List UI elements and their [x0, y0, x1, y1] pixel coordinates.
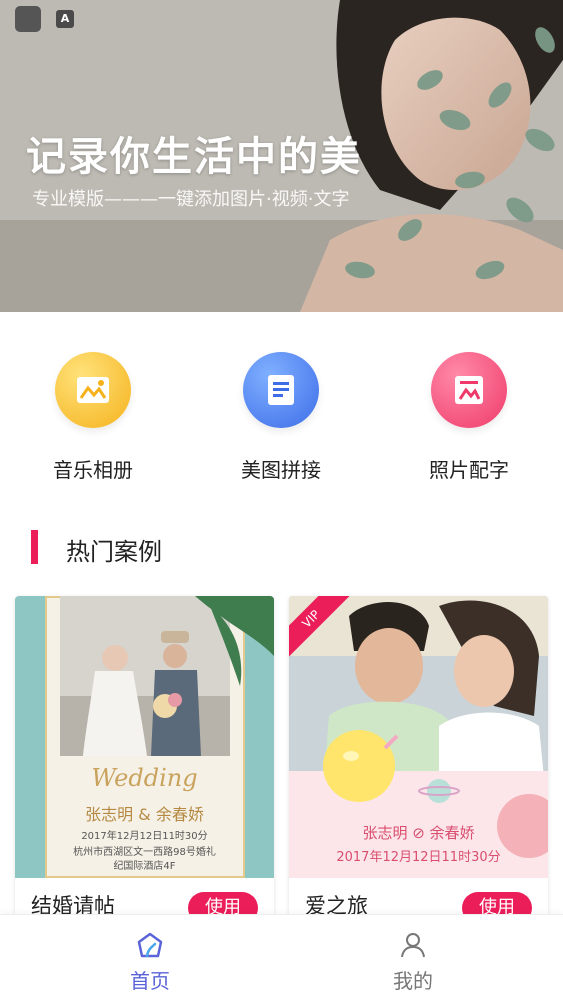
nav-tab-mine[interactable]: 我的	[343, 915, 483, 1002]
user-icon	[401, 933, 425, 958]
photo-album-icon	[55, 352, 131, 428]
template-card[interactable]: VIP 张志明 ⊘ 余春娇 2017年12月12日11时30分 爱之旅 使用	[289, 596, 548, 926]
nav-label: 我的	[393, 969, 433, 993]
document-icon	[243, 352, 319, 428]
feature-photo-text[interactable]: 照片配字	[394, 352, 544, 483]
status-a-icon: A	[56, 10, 74, 28]
hero-banner[interactable]: A 记录你生活中的美 专业模版———一键添加图片·视频·文字	[0, 0, 563, 312]
banner-subtitle: 专业模版———一键添加图片·视频·文字	[32, 189, 350, 210]
section-accent-bar	[31, 530, 38, 564]
nav-label: 首页	[130, 969, 170, 993]
template-card[interactable]: Wedding 张志明 & 余春娇 2017年12月12日11时30分 杭州市西…	[15, 596, 274, 926]
invite-names: 张志明 & 余春娇	[85, 805, 204, 824]
banner-title: 记录你生活中的美	[26, 134, 362, 180]
invite-date: 2017年12月12日11时30分	[81, 831, 208, 842]
invite-names: 张志明 ⊘ 余春娇	[362, 824, 475, 842]
card-thumbnail[interactable]: VIP 张志明 ⊘ 余春娇 2017年12月12日11时30分	[289, 596, 548, 878]
nav-tab-home[interactable]: 首页	[80, 915, 220, 1002]
feature-grid: 音乐相册 美图拼接 照片配字	[0, 312, 563, 502]
invite-address-line: 杭州市西湖区文一西路98号婚礼	[73, 847, 216, 858]
section-title: 热门案例	[66, 538, 162, 566]
feature-collage[interactable]: 美图拼接	[206, 352, 356, 483]
invite-address: 杭州市西湖区文一西路98号婚礼 纪国际酒店4F	[15, 846, 274, 874]
status-app-icon	[15, 6, 41, 32]
invite-date: 2017年12月12日11时30分	[336, 850, 501, 865]
home-icon	[137, 932, 163, 958]
feature-label: 美图拼接	[241, 458, 321, 482]
feature-label: 音乐相册	[53, 458, 133, 482]
feature-label: 照片配字	[429, 458, 509, 482]
feature-music-album[interactable]: 音乐相册	[18, 352, 168, 483]
invite-address-line: 纪国际酒店4F	[113, 861, 176, 872]
photo-text-icon	[431, 352, 507, 428]
card-thumbnail[interactable]: Wedding 张志明 & 余春娇 2017年12月12日11时30分 杭州市西…	[15, 596, 274, 878]
bottom-nav: 首页 我的	[0, 914, 563, 1002]
invite-script: Wedding	[91, 764, 198, 792]
